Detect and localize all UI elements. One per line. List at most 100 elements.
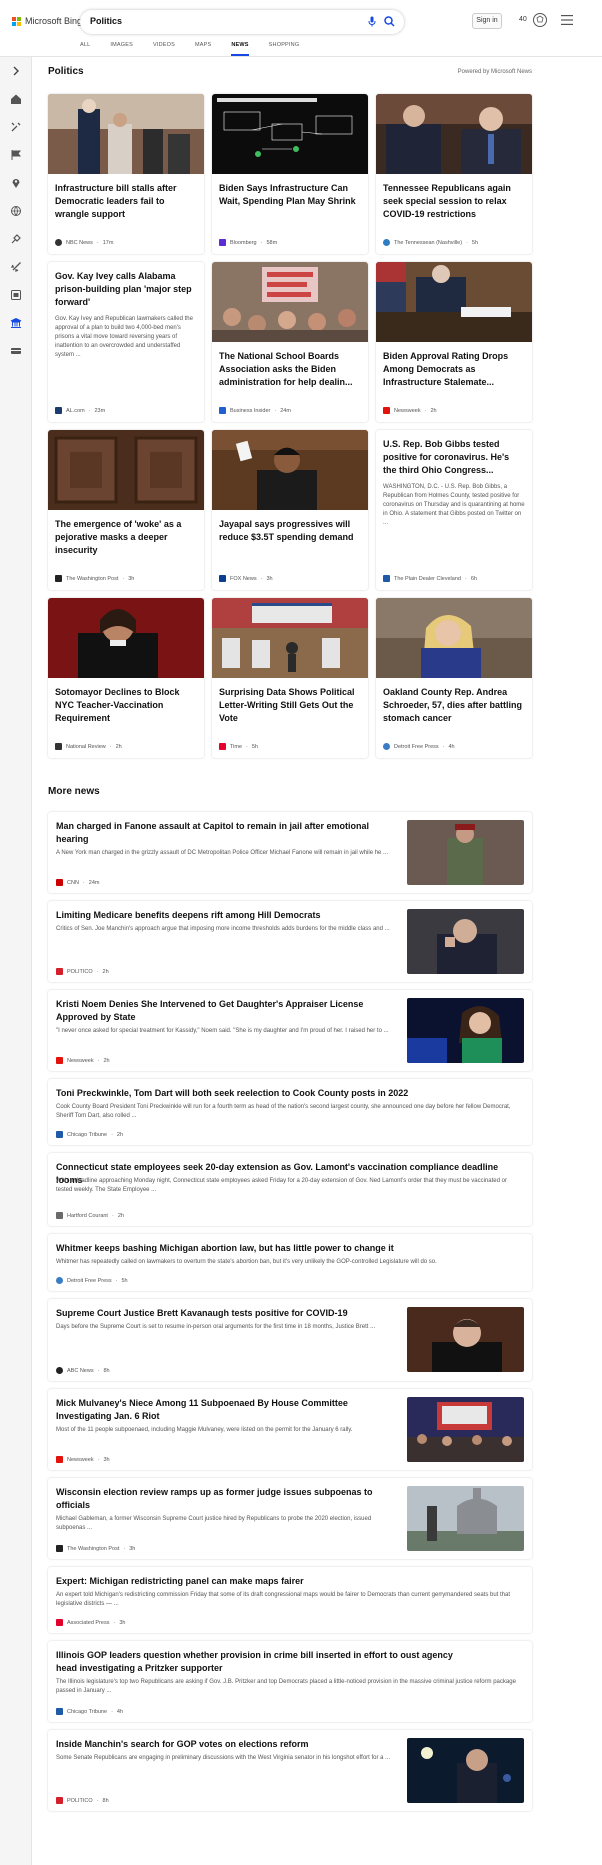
rocket-icon[interactable] bbox=[10, 261, 22, 273]
card-meta: National Review · 2h bbox=[55, 743, 122, 750]
al-logo-icon bbox=[55, 407, 62, 414]
news-description: Days before the Supreme Court is set to … bbox=[56, 1324, 376, 1330]
tab-videos[interactable]: VIDEOS bbox=[153, 38, 175, 56]
rewards-points[interactable]: 40 bbox=[519, 16, 527, 23]
tab-news[interactable]: NEWS bbox=[231, 38, 249, 56]
main-content: Politics Powered by Microsoft News Infra… bbox=[48, 66, 532, 758]
news-title: Man charged in Fanone assault at Capitol… bbox=[56, 821, 370, 844]
news-time: 8h bbox=[103, 1367, 110, 1374]
entertainment-icon[interactable] bbox=[10, 289, 22, 301]
news-thumbnail bbox=[407, 998, 524, 1063]
card-source: The Tennessean (Nashville) bbox=[394, 239, 463, 246]
card-title: U.S. Rep. Bob Gibbs tested positive for … bbox=[383, 439, 510, 475]
news-description: A New York man charged in the grizzly as… bbox=[56, 850, 389, 856]
card-time: 17m bbox=[102, 239, 114, 246]
news-time: 2h bbox=[117, 1212, 124, 1219]
search-input[interactable]: Politics bbox=[90, 16, 122, 26]
card-time: 23m bbox=[94, 407, 106, 414]
plain-dealer-logo-icon bbox=[383, 575, 390, 582]
more-news-item[interactable]: Toni Preckwinkle, Tom Dart will both see… bbox=[48, 1079, 532, 1145]
search-icon[interactable] bbox=[384, 16, 395, 27]
powered-by[interactable]: Powered by Microsoft News bbox=[458, 69, 532, 75]
newsweek-logo-icon bbox=[383, 407, 390, 414]
rewards-icon[interactable] bbox=[532, 12, 548, 28]
more-news-item[interactable]: Connecticut state employees seek 20-day … bbox=[48, 1153, 532, 1226]
card-meta: FOX News · 3h bbox=[219, 575, 273, 582]
politics-icon[interactable] bbox=[10, 317, 22, 329]
news-meta: The Washington Post · 3h bbox=[56, 1545, 135, 1552]
news-image bbox=[48, 598, 204, 678]
news-card[interactable]: Biden Approval Rating Drops Among Democr… bbox=[376, 262, 532, 422]
sports-icon[interactable] bbox=[10, 233, 22, 245]
news-card[interactable]: Surprising Data Shows Political Letter-W… bbox=[212, 598, 368, 758]
more-news-item[interactable]: Wisconsin election review ramps up as fo… bbox=[48, 1478, 532, 1559]
card-meta: NBC News · 17m bbox=[55, 239, 113, 246]
news-card[interactable]: Jayapal says progressives will reduce $3… bbox=[212, 430, 368, 590]
news-thumbnail bbox=[407, 820, 524, 885]
news-thumbnail bbox=[407, 1397, 524, 1462]
tab-shopping[interactable]: SHOPPING bbox=[269, 38, 300, 56]
more-news-item[interactable]: Kristi Noem Denies She Intervened to Get… bbox=[48, 990, 532, 1071]
news-source: POLITICO bbox=[67, 1797, 93, 1804]
news-card[interactable]: Tennessee Republicans again seek special… bbox=[376, 94, 532, 254]
top-header: Microsoft Bing Politics Sign in 40 ALL I… bbox=[0, 0, 602, 56]
news-card[interactable]: U.S. Rep. Bob Gibbs tested positive for … bbox=[376, 430, 532, 590]
hartford-courant-logo-icon bbox=[56, 1212, 63, 1219]
tab-all[interactable]: ALL bbox=[80, 38, 90, 56]
news-card[interactable]: The National School Boards Association a… bbox=[212, 262, 368, 422]
location-icon[interactable] bbox=[10, 177, 22, 189]
globe-icon[interactable] bbox=[10, 205, 22, 217]
home-icon[interactable] bbox=[10, 93, 22, 105]
news-meta: Newsweek · 3h bbox=[56, 1456, 110, 1463]
search-box[interactable]: Politics bbox=[80, 10, 404, 34]
card-source: NBC News bbox=[66, 239, 93, 246]
news-title: Inside Manchin's search for GOP votes on… bbox=[56, 1739, 309, 1749]
more-news-item[interactable]: Expert: Michigan redistricting panel can… bbox=[48, 1567, 532, 1633]
more-news-item[interactable]: Whitmer keeps bashing Michigan abortion … bbox=[48, 1234, 532, 1291]
more-news-item[interactable]: Illinois GOP leaders question whether pr… bbox=[48, 1641, 532, 1722]
news-source: Chicago Tribune bbox=[67, 1131, 108, 1138]
news-title: Supreme Court Justice Brett Kavanaugh te… bbox=[56, 1308, 348, 1318]
card-meta: Newsweek · 2h bbox=[383, 407, 437, 414]
more-news-item[interactable]: Limiting Medicare benefits deepens rift … bbox=[48, 901, 532, 982]
news-card[interactable]: Oakland County Rep. Andrea Schroeder, 57… bbox=[376, 598, 532, 758]
card-source: AL.com bbox=[66, 407, 85, 414]
more-news-item[interactable]: Supreme Court Justice Brett Kavanaugh te… bbox=[48, 1299, 532, 1381]
more-news-item[interactable]: Inside Manchin's search for GOP votes on… bbox=[48, 1730, 532, 1811]
more-news-item[interactable]: Mick Mulvaney's Niece Among 11 Subpoenae… bbox=[48, 1389, 532, 1470]
news-meta: Chicago Tribune · 2h bbox=[56, 1131, 123, 1138]
card-time: 5h bbox=[251, 743, 258, 750]
politico-logo-icon bbox=[56, 968, 63, 975]
business-insider-logo-icon bbox=[219, 407, 226, 414]
bing-logo[interactable]: Microsoft Bing bbox=[12, 16, 82, 26]
news-card[interactable]: Biden Says Infrastructure Can Wait, Spen… bbox=[212, 94, 368, 254]
news-thumbnail bbox=[407, 1307, 524, 1372]
card-source: Time bbox=[230, 743, 243, 750]
flag-icon[interactable] bbox=[10, 149, 22, 161]
menu-icon[interactable] bbox=[561, 15, 573, 25]
news-meta: CNN · 24m bbox=[56, 879, 99, 886]
news-time: 3h bbox=[103, 1456, 110, 1463]
mic-icon[interactable] bbox=[368, 16, 376, 27]
card-source: Bloomberg bbox=[230, 239, 257, 246]
news-card[interactable]: Infrastructure bill stalls after Democra… bbox=[48, 94, 204, 254]
tab-images[interactable]: IMAGES bbox=[110, 38, 133, 56]
card-title: Oakland County Rep. Andrea Schroeder, 57… bbox=[383, 687, 523, 723]
news-title: Whitmer keeps bashing Michigan abortion … bbox=[56, 1243, 394, 1253]
money-icon[interactable] bbox=[10, 345, 22, 357]
more-news-item[interactable]: Man charged in Fanone assault at Capitol… bbox=[48, 812, 532, 893]
news-source: Associated Press bbox=[67, 1619, 110, 1626]
news-card[interactable]: Sotomayor Declines to Block NYC Teacher-… bbox=[48, 598, 204, 758]
card-source: FOX News bbox=[230, 575, 257, 582]
card-source: Business Insider bbox=[230, 407, 271, 414]
news-card[interactable]: The emergence of 'woke' as a pejorative … bbox=[48, 430, 204, 590]
expand-icon[interactable] bbox=[10, 65, 22, 77]
news-source: CNN bbox=[67, 879, 79, 886]
news-meta: Chicago Tribune · 4h bbox=[56, 1708, 123, 1715]
tools-icon[interactable] bbox=[10, 121, 22, 133]
tab-maps[interactable]: MAPS bbox=[195, 38, 211, 56]
news-source: Hartford Courant bbox=[67, 1212, 108, 1219]
card-time: 3h bbox=[128, 575, 135, 582]
sign-in-button[interactable]: Sign in bbox=[472, 13, 502, 29]
news-card[interactable]: Gov. Kay Ivey calls Alabama prison-build… bbox=[48, 262, 204, 422]
